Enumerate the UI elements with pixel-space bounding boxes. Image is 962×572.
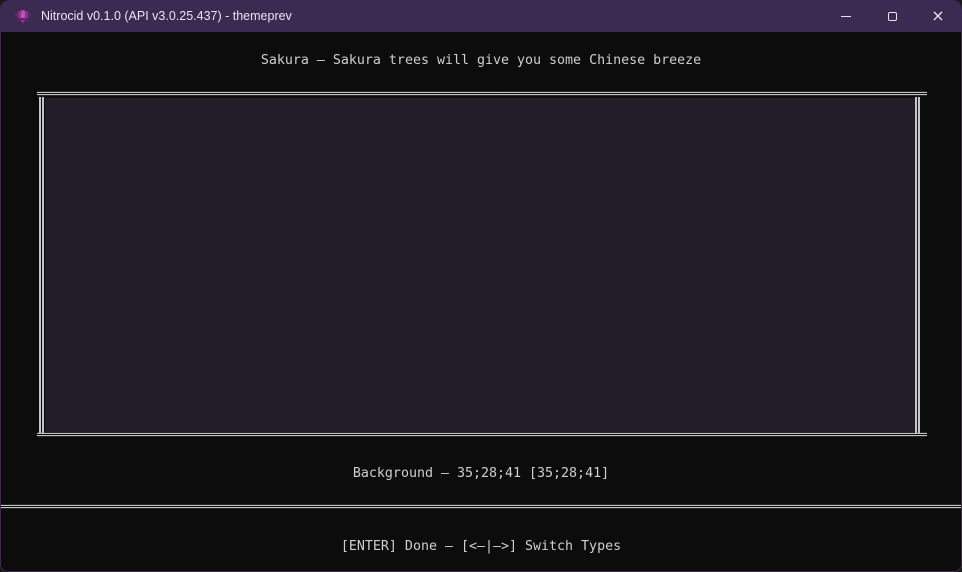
minimize-icon [841,15,851,17]
preview-box-left-border [39,97,44,433]
window-title: Nitrocid v0.1.0 (API v3.0.25.437) - them… [41,9,292,23]
terminal-screen[interactable]: Sakura — Sakura trees will give you some… [1,32,961,571]
titlebar[interactable]: Nitrocid v0.1.0 (API v3.0.25.437) - them… [1,0,961,32]
preview-box-top-border: ════════════════════════════════════════… [37,87,927,102]
keybindings-hint-text: [ENTER] Done — [<—|—>] Switch Types [340,539,622,554]
maximize-button[interactable] [869,0,915,32]
preview-box-right-border [915,97,920,433]
theme-title-text: Sakura — Sakura trees will give you some… [260,53,702,68]
maximize-icon [887,11,897,21]
selected-color-label: Background — 35;28;41 [35;28;41] [352,466,610,481]
preview-box-bottom-border: ════════════════════════════════════════… [37,428,927,443]
close-icon: × [931,6,945,25]
minimize-button[interactable] [823,0,869,32]
app-window: Nitrocid v0.1.0 (API v3.0.25.437) - them… [0,0,962,572]
color-preview-box: ════════════════════════════════════════… [37,85,927,445]
separator-line: ════════════════════════════════════════… [1,500,961,515]
nitrocid-logo-icon [15,10,31,23]
close-button[interactable]: × [915,0,961,32]
color-preview-swatch [45,98,919,432]
